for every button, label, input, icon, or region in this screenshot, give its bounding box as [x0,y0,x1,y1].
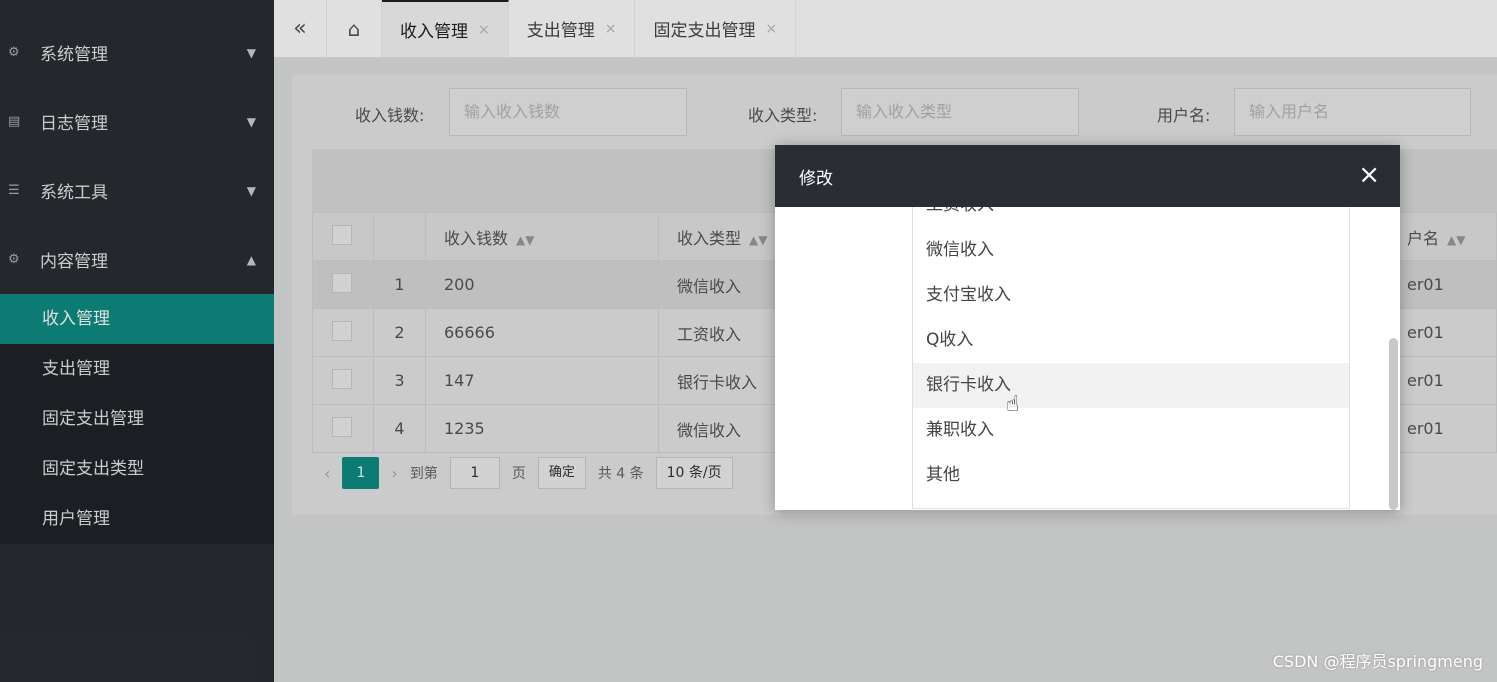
modal-header: 修改 × [775,145,1400,207]
income-type-dropdown: 工资收入 微信收入 支付宝收入 Q收入 银行卡收入 兼职收入 其他 [912,207,1350,509]
dropdown-option[interactable]: 工资收入 [913,207,1349,228]
dropdown-option[interactable]: Q收入 [913,318,1349,363]
edit-modal: 修改 × 工资收入 微信收入 支付宝收入 Q收入 银行卡收入 兼职收入 其他 [775,145,1400,510]
dropdown-option[interactable]: 支付宝收入 [913,273,1349,318]
dropdown-option[interactable]: 微信收入 [913,228,1349,273]
dropdown-option[interactable]: 兼职收入 [913,408,1349,453]
modal-scrollbar[interactable] [1389,338,1398,510]
modal-title: 修改 [799,168,833,189]
hand-cursor-icon: ☝ [1006,392,1020,417]
dropdown-option[interactable]: 其他 [913,453,1349,498]
close-icon[interactable]: × [1358,161,1380,189]
watermark: CSDN @程序员springmeng [1272,652,1483,671]
dropdown-option-hovered[interactable]: 银行卡收入 [913,363,1349,408]
